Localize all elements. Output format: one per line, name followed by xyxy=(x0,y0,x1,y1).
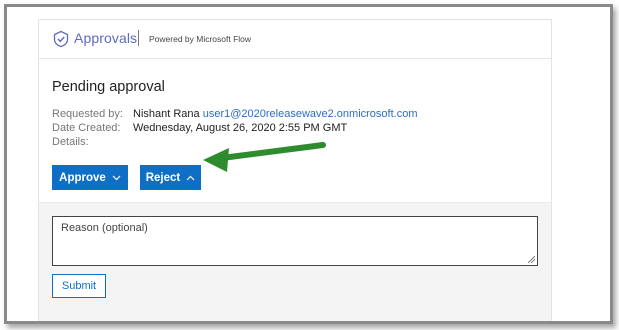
reject-label: Reject xyxy=(145,171,181,184)
date-created-value: Wednesday, August 26, 2020 2:55 PM GMT xyxy=(133,122,348,134)
approve-button[interactable]: Approve xyxy=(52,165,128,190)
approve-label: Approve xyxy=(59,171,106,184)
approvals-check-icon xyxy=(53,30,69,48)
details-row: Details: xyxy=(52,136,89,149)
requester-name: Nishant Rana xyxy=(133,108,200,120)
requester-email-link[interactable]: user1@2020releasewave2.onmicrosoft.com xyxy=(203,108,418,120)
requested-by-value: Nishant Rana user1@2020releasewave2.onmi… xyxy=(133,108,418,121)
chevron-up-icon xyxy=(186,175,195,180)
date-created-label: Date Created: xyxy=(52,122,121,134)
panel-divider xyxy=(52,321,538,322)
approval-card: Approvals Powered by Microsoft Flow Pend… xyxy=(38,19,552,322)
reason-placeholder: Reason (optional) xyxy=(61,222,148,234)
requested-by-label: Requested by: xyxy=(52,108,123,120)
header-separator xyxy=(138,30,139,46)
powered-by-text: Powered by Microsoft Flow xyxy=(149,34,252,44)
screenshot-frame: Approvals Powered by Microsoft Flow Pend… xyxy=(4,4,613,324)
resize-handle-icon[interactable] xyxy=(528,256,535,263)
brand-name: Approvals xyxy=(74,30,138,46)
details-label: Details: xyxy=(52,136,89,148)
reason-textarea[interactable]: Reason (optional) xyxy=(52,216,538,266)
submit-button[interactable]: Submit xyxy=(52,274,106,298)
page-title: Pending approval xyxy=(52,79,165,95)
reject-panel: Reason (optional) Submit xyxy=(39,202,551,322)
date-created-row: Date Created: Wednesday, August 26, 2020… xyxy=(52,122,347,135)
requested-by-row: Requested by: Nishant Rana user1@2020rel… xyxy=(52,108,418,121)
chevron-down-icon xyxy=(112,175,121,180)
reject-button[interactable]: Reject xyxy=(140,165,201,190)
card-header: Approvals Powered by Microsoft Flow xyxy=(39,20,551,59)
